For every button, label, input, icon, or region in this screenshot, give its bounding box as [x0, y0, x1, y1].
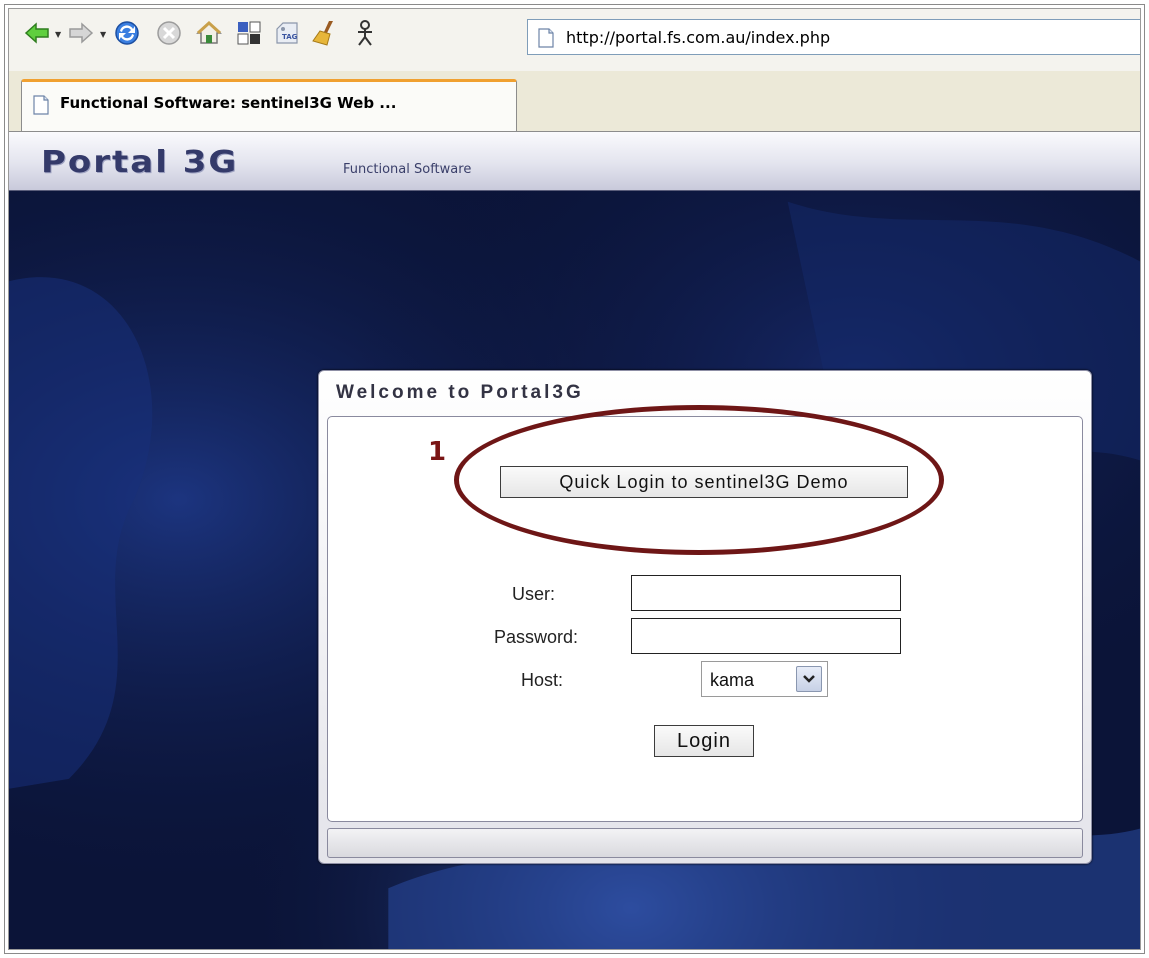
chevron-down-icon[interactable]	[796, 666, 822, 692]
tag-badge: TAG	[282, 33, 298, 41]
url-input[interactable]	[566, 26, 1126, 48]
host-select-value: kama	[710, 670, 755, 690]
portal-subtitle: Functional Software	[343, 162, 472, 177]
navigation-toolbar: ▼ ▼ TAG http://portal.fs.com.au/index.ph…	[9, 9, 1140, 71]
portal-header: Portal 3G Functional Software	[9, 132, 1140, 191]
browser-window: ▼ ▼ TAG http://portal.fs.com.au/index.ph…	[8, 8, 1141, 950]
login-form: 1 Quick Login to sentinel3G Demo User: P…	[327, 405, 1083, 822]
login-button[interactable]: Login	[654, 725, 754, 757]
host-select[interactable]: kama	[701, 661, 828, 697]
home-button[interactable]	[195, 19, 223, 47]
tag-button[interactable]: TAG	[273, 19, 301, 47]
forward-icon	[69, 22, 94, 44]
page-icon	[538, 28, 554, 48]
portal-logo: Portal 3G	[41, 144, 239, 180]
address-bar[interactable]	[527, 19, 1140, 55]
forward-button[interactable]	[67, 19, 95, 47]
browser-frame: ▼ ▼ TAG http://portal.fs.com.au/index.ph…	[4, 4, 1145, 954]
page-viewport: Portal 3G Functional Software Welcome to…	[9, 132, 1140, 949]
tab-strip: Functional Software: sentinel3G Web ...	[9, 71, 1140, 132]
host-label: Host:	[521, 670, 564, 690]
back-icon	[24, 22, 49, 44]
user-input[interactable]	[631, 575, 901, 611]
forward-dropdown-icon[interactable]: ▼	[100, 31, 108, 39]
home-icon	[196, 20, 222, 44]
annotation-number: 1	[428, 437, 447, 467]
user-icon	[358, 20, 372, 46]
panel-footer	[327, 828, 1083, 858]
quick-login-button[interactable]: Quick Login to sentinel3G Demo	[500, 466, 908, 498]
reload-icon	[115, 21, 139, 45]
tab-label: Functional Software: sentinel3G Web ...	[60, 94, 397, 112]
panel-title: Welcome to Portal3G	[336, 382, 584, 403]
stop-button[interactable]	[155, 19, 183, 47]
tiles-icon	[237, 21, 261, 45]
reload-button[interactable]	[113, 19, 141, 47]
login-panel: Welcome to Portal3G 1 Quick Login to sen…	[318, 370, 1092, 864]
broom-button[interactable]	[311, 19, 339, 47]
tiles-button[interactable]	[235, 19, 263, 47]
password-label: Password:	[494, 627, 579, 647]
back-button[interactable]	[23, 19, 51, 47]
back-dropdown-icon[interactable]: ▼	[55, 31, 63, 39]
user-label: User:	[512, 584, 556, 604]
user-button[interactable]	[351, 19, 379, 47]
page-icon	[33, 95, 49, 115]
tab-sentinel3g[interactable]: Functional Software: sentinel3G Web ...	[21, 79, 517, 131]
stop-icon	[157, 21, 181, 45]
password-input[interactable]	[631, 618, 901, 654]
broom-icon	[312, 21, 333, 46]
